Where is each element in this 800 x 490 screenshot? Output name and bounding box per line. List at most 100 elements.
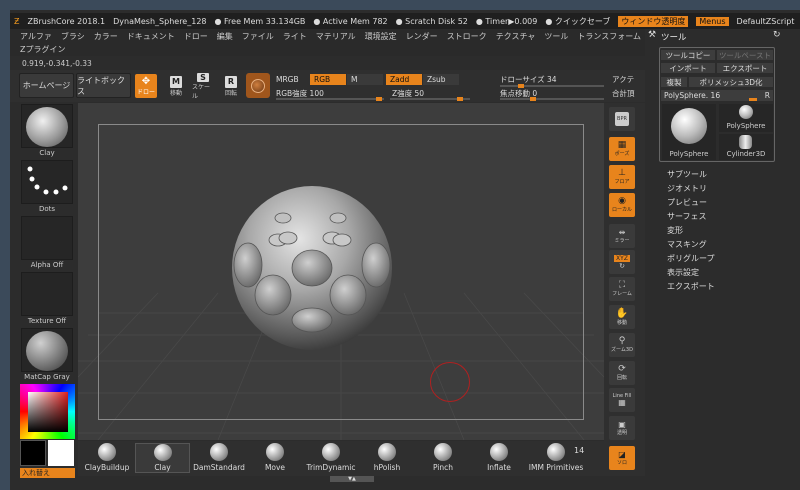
brush-trimdynamic[interactable]: TrimDynamic <box>306 443 356 473</box>
tool-thumb-polysphere-small[interactable]: PolySphere <box>719 104 773 132</box>
menus-button[interactable]: Menus <box>696 16 729 26</box>
menu-stroke[interactable]: ストローク <box>447 31 487 42</box>
default-zscript[interactable]: DefaultZScript <box>737 17 795 26</box>
r-button[interactable]: R <box>765 91 770 100</box>
export-menu[interactable]: エクスポート <box>667 281 715 292</box>
brush-clay[interactable]: Clay <box>135 443 190 473</box>
menu-alpha[interactable]: アルファ <box>20 31 52 42</box>
transparent-button[interactable]: ▣ 透明 <box>609 416 635 440</box>
brush-hpolish[interactable]: hPolish <box>362 443 412 473</box>
menu-material[interactable]: マテリアル <box>316 31 356 42</box>
menu-edit[interactable]: 編集 <box>217 31 233 42</box>
local-button[interactable]: ◉ ローカル <box>609 193 635 217</box>
brush-name: Move <box>264 463 286 472</box>
secondary-color-swatch[interactable] <box>48 440 74 466</box>
rotate-button[interactable]: R 回転 <box>220 74 242 98</box>
texture-thumbnail[interactable] <box>21 272 73 316</box>
import-button[interactable]: インポート <box>661 63 715 73</box>
bpr-button[interactable]: BPR <box>609 107 635 131</box>
menu-preferences[interactable]: 環境設定 <box>365 31 397 42</box>
clay-brush-icon <box>26 107 68 147</box>
menu-color[interactable]: カラー <box>94 31 118 42</box>
pan-button[interactable]: ✋ 移動 <box>609 305 635 329</box>
refresh-icon[interactable]: ↻ <box>773 30 781 40</box>
menu-file[interactable]: ファイル <box>242 31 274 42</box>
brush-thumbnail[interactable] <box>21 104 73 148</box>
scroll-arrows-icon[interactable]: ▼▲ <box>330 476 374 482</box>
polygroups-menu[interactable]: ポリグループ <box>667 253 715 264</box>
surface-menu[interactable]: サーフェス <box>667 211 707 222</box>
menu-texture[interactable]: テクスチャ <box>496 31 536 42</box>
draw-button[interactable]: ✥ ドロー <box>135 74 157 98</box>
masking-menu[interactable]: マスキング <box>667 239 707 250</box>
tool-thumb-polysphere-large[interactable]: PolySphere <box>662 104 716 160</box>
menu-transform[interactable]: トランスフォーム <box>577 31 641 42</box>
brush-name: Clay <box>154 463 171 472</box>
home-page-button[interactable]: ホームページ <box>19 73 74 98</box>
tool-paste-button[interactable]: ツールペースト <box>717 50 773 60</box>
brush-name: hPolish <box>373 463 401 472</box>
m-button[interactable]: M <box>347 74 383 85</box>
subtool-menu[interactable]: サブツール <box>667 169 707 180</box>
line-fill-button[interactable]: Line Fill ▦ <box>609 388 635 412</box>
scale-button[interactable]: S スケール <box>192 72 214 100</box>
material-thumbnail[interactable] <box>21 328 73 372</box>
brush-claybuildup[interactable]: ClayBuildup <box>82 443 132 473</box>
brush-inflate[interactable]: Inflate <box>474 443 524 473</box>
preview-menu[interactable]: プレビュー <box>667 197 707 208</box>
draw-size-slider[interactable] <box>500 84 604 88</box>
local-label: ローカル <box>611 207 632 213</box>
lightbox-button[interactable]: ライトボックス <box>76 73 131 98</box>
bpr-icon: BPR <box>615 112 629 126</box>
solo-button[interactable]: ◪ ソロ <box>609 446 635 470</box>
z-intensity-slider[interactable] <box>390 97 470 101</box>
current-tool-slider[interactable]: PolySphere. 16 R <box>661 90 773 101</box>
tool-copy-button[interactable]: ツールコピー <box>661 50 715 60</box>
alpha-thumbnail[interactable] <box>21 216 73 260</box>
rotate-view-button[interactable]: ⟳ 回転 <box>609 361 635 385</box>
mirror-icon: ⇹ <box>618 227 626 237</box>
zadd-button[interactable]: Zadd <box>386 74 422 85</box>
xyz-label: XYZ <box>614 254 630 262</box>
zsub-button[interactable]: Zsub <box>423 74 459 85</box>
rgb-button[interactable]: RGB <box>310 74 346 85</box>
zoom3d-button[interactable]: ⚲ ズーム3D <box>609 333 635 357</box>
geometry-menu[interactable]: ジオメトリ <box>667 183 707 194</box>
quicksave-button[interactable]: ● クイックセーブ <box>545 16 610 27</box>
menu-zplugin[interactable]: Zプラグイン <box>10 43 645 56</box>
color-picker[interactable] <box>20 384 75 439</box>
move-button[interactable]: M 移動 <box>165 74 187 98</box>
menu-render[interactable]: レンダー <box>406 31 438 42</box>
stroke-thumbnail[interactable] <box>21 160 73 204</box>
swap-colors-button[interactable]: 入れ替え <box>20 468 75 478</box>
menu-tool[interactable]: ツール <box>544 31 568 42</box>
primary-color-swatch[interactable] <box>20 440 46 466</box>
frame-button[interactable]: ⛶ フレーム <box>609 277 635 301</box>
make-polymesh-button[interactable]: ポリメッシュ3D化 <box>689 77 773 87</box>
brush-damstandard[interactable]: DamStandard <box>193 443 245 473</box>
xyz-button[interactable]: XYZ ↻ <box>609 250 635 274</box>
menu-document[interactable]: ドキュメント <box>127 31 175 42</box>
saturation-value-square[interactable] <box>28 392 68 432</box>
window-transparency-slider[interactable]: ウィンドウ透明度 <box>618 15 689 27</box>
menu-draw[interactable]: ドロー <box>184 31 208 42</box>
persp-button[interactable]: ▦ ポーズ <box>609 137 635 161</box>
clone-button[interactable]: 複製 <box>661 77 687 87</box>
mirror-button[interactable]: ⇹ ミラー <box>609 224 635 248</box>
sphere-model[interactable] <box>228 180 396 352</box>
rgb-intensity-slider[interactable] <box>276 97 384 101</box>
brush-pinch[interactable]: Pinch <box>418 443 468 473</box>
menu-light[interactable]: ライト <box>283 31 307 42</box>
deformation-menu[interactable]: 変形 <box>667 225 683 236</box>
mrgb-button[interactable]: MRGB <box>276 75 299 84</box>
solo-label: ソロ <box>616 459 627 466</box>
display-properties-menu[interactable]: 表示設定 <box>667 267 699 278</box>
brush-move[interactable]: Move <box>250 443 300 473</box>
tool-thumb-cylinder[interactable]: Cylinder3D <box>719 134 773 160</box>
export-button[interactable]: エクスポート <box>717 63 773 73</box>
floor-button[interactable]: ⊥ フロア <box>609 165 635 189</box>
hand-icon: ✋ <box>615 307 629 319</box>
focal-shift-slider[interactable] <box>500 97 604 101</box>
menu-brush[interactable]: ブラシ <box>61 31 85 42</box>
material-preview-icon[interactable] <box>246 73 270 98</box>
